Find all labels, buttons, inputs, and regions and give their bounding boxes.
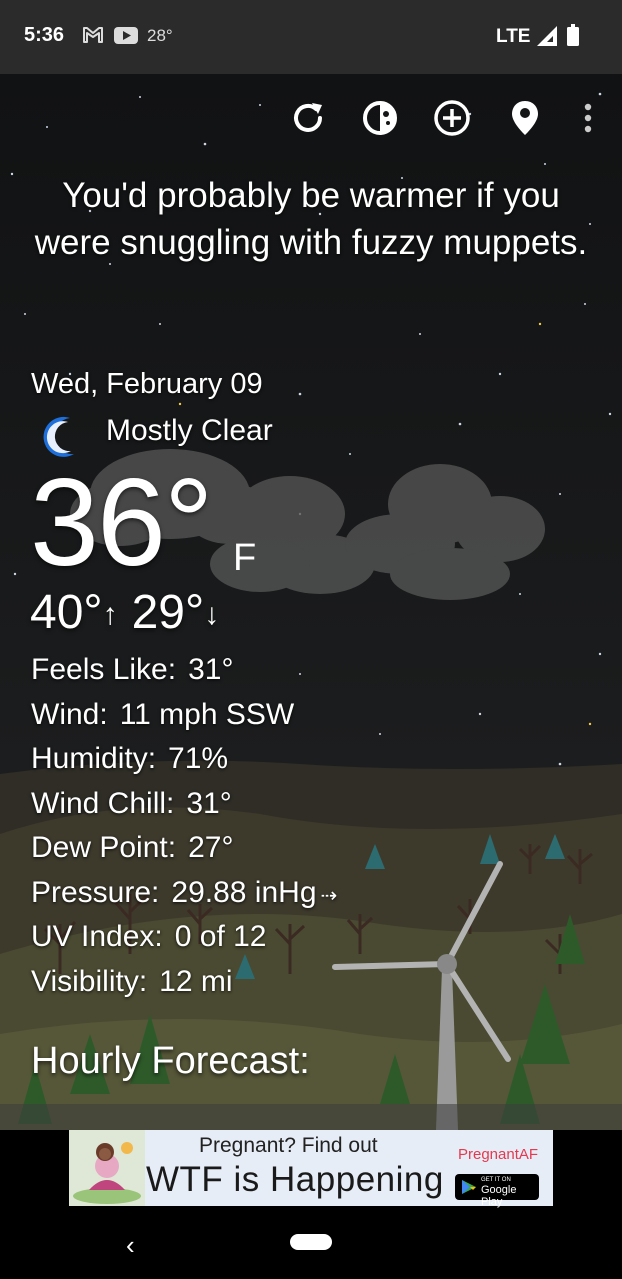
detail-value: 71% <box>168 742 229 775</box>
detail-humidity: Humidity: 71% <box>31 737 337 782</box>
low-temperature: 29° <box>131 586 205 639</box>
refresh-icon <box>289 99 327 142</box>
detail-wind-chill: Wind Chill: 31° <box>31 782 337 827</box>
detail-value: 11 mph SSW <box>119 697 295 731</box>
navigation-bar: ‹ <box>0 1212 622 1279</box>
add-location-icon <box>433 99 471 142</box>
toolbar <box>0 99 622 142</box>
detail-label: Dew Point: <box>31 831 177 864</box>
signal-icon <box>537 26 557 51</box>
detail-label: Pressure: <box>31 875 160 909</box>
location-button[interactable] <box>505 100 545 140</box>
arrow-down-icon: ↓ <box>204 598 220 632</box>
detail-label: Feels Like: <box>31 653 177 686</box>
detail-value: 29.88 inHg <box>171 875 317 909</box>
detail-wind: Wind: 11 mph SSW <box>31 693 337 738</box>
youtube-icon <box>114 27 138 49</box>
ad-headline: Pregnant? Find out <box>199 1134 378 1157</box>
status-temperature: 28° <box>147 26 173 45</box>
play-store-icon <box>461 1179 477 1200</box>
ad-illustration <box>69 1130 145 1206</box>
detail-value: 12 mi <box>159 964 233 998</box>
current-temperature: 36° <box>30 454 214 592</box>
high-low: 40°↑ 29°↓ <box>30 586 233 642</box>
detail-visibility: Visibility: 12 mi <box>31 960 337 1005</box>
store-top-text: GET IT ON <box>481 1177 511 1183</box>
theme-icon <box>361 99 399 142</box>
detail-feels-like: Feels Like: 31° <box>31 648 337 693</box>
detail-dew-point: Dew Point: 27° <box>31 826 337 871</box>
detail-label: Wind Chill: <box>31 786 175 820</box>
ad-area: Pregnant? Find out WTF is Happening Preg… <box>0 1130 622 1212</box>
gmail-icon <box>82 26 104 49</box>
ad-banner[interactable]: Pregnant? Find out WTF is Happening Preg… <box>69 1130 553 1208</box>
ad-brand: PregnantAF <box>458 1146 539 1163</box>
hourly-forecast-title: Hourly Forecast: <box>31 1040 310 1082</box>
arrow-up-icon: ↑ <box>102 598 118 632</box>
detail-value: 0 of 12 <box>174 920 267 953</box>
more-options-button[interactable] <box>568 100 608 140</box>
status-time: 5:36 <box>24 24 65 46</box>
status-bar: 5:36 28° LTE <box>0 0 622 74</box>
store-name: Google Play <box>481 1184 517 1208</box>
condition-text: Mostly Clear <box>106 414 273 447</box>
detail-pressure: Pressure: 29.88 inHg ⇢ <box>31 871 337 916</box>
detail-value: 31° <box>186 786 232 820</box>
pressure-trend-icon: ⇢ <box>320 884 338 907</box>
add-location-button[interactable] <box>432 99 472 142</box>
ad-title: WTF is Happening <box>146 1160 444 1199</box>
google-play-badge[interactable]: GET IT ON Google Play <box>455 1174 539 1208</box>
theme-button[interactable] <box>360 100 400 140</box>
back-icon[interactable]: ‹ <box>126 1230 135 1261</box>
detail-label: Visibility: <box>31 964 148 998</box>
high-temperature: 40° <box>30 586 103 639</box>
home-pill[interactable] <box>290 1234 332 1250</box>
refresh-button[interactable] <box>288 100 328 140</box>
detail-uv-index: UV Index: 0 of 12 <box>31 915 337 960</box>
location-pin-icon <box>510 99 540 142</box>
detail-value: 31° <box>188 653 234 686</box>
hourly-forecast-strip[interactable] <box>0 1104 622 1130</box>
battery-icon <box>567 24 579 51</box>
weather-details: Feels Like: 31° Wind: 11 mph SSW Humidity:… <box>31 648 337 1004</box>
detail-label: Wind: <box>31 697 108 731</box>
network-type: LTE <box>496 26 531 47</box>
current-date: Wed, February 09 <box>31 368 263 400</box>
detail-value: 27° <box>188 831 234 864</box>
weather-quote: You'd probably be warmer if you were snu… <box>34 176 588 262</box>
detail-label: Humidity: <box>31 742 157 775</box>
more-vert-icon <box>583 103 593 138</box>
detail-label: UV Index: <box>31 920 163 953</box>
temperature-unit: F <box>233 537 257 579</box>
